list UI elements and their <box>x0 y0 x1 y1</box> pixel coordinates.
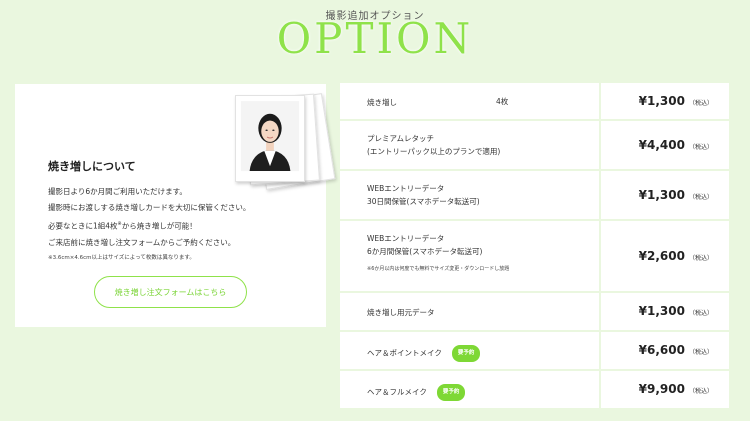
reprint-order-form-button[interactable]: 焼き増し注文フォームはこちら <box>94 276 247 308</box>
size-note: ※3.6cm×4.6cm以上はサイズによって枚数は異なります。 <box>48 255 195 261</box>
option-price: ¥6,600 （税込） <box>638 343 713 357</box>
tax-label: （税込） <box>688 388 713 395</box>
option-quantity: 4枚 <box>496 97 509 106</box>
option-name: WEBエントリーデータ 30日間保管(スマホデータ転送可) <box>367 184 480 206</box>
price-row-reprint-source-data: 焼き増し用元データ ¥1,300 （税込） <box>340 293 729 332</box>
column-divider <box>599 332 601 369</box>
reprint-info-card: 焼き増しについて 撮影日より6か月間ご利用いただけます。 撮影時にお渡しする焼き… <box>15 84 336 327</box>
tax-label: （税込） <box>688 100 713 107</box>
column-divider <box>599 121 601 169</box>
reprint-heading: 焼き増しについて <box>48 160 136 173</box>
column-divider <box>599 371 601 408</box>
option-name: ヘア＆ポイントメイク 要予約 <box>367 345 481 362</box>
price-row-hair-full-makeup: ヘア＆フルメイク 要予約 ¥9,900 （税込） <box>340 371 729 410</box>
tax-label: （税込） <box>688 144 713 151</box>
reservation-required-badge: 要予約 <box>436 384 466 401</box>
price-row-web-data-30days: WEBエントリーデータ 30日間保管(スマホデータ転送可) ¥1,300 （税込） <box>340 171 729 221</box>
section-title: OPTION <box>276 14 474 63</box>
option-name: 焼き増し用元データ <box>367 308 435 317</box>
reprint-line: 必要なときに1組4枚※から焼き増しが可能！ <box>48 221 197 231</box>
column-divider <box>599 293 601 330</box>
option-price: ¥9,900 （税込） <box>638 382 713 396</box>
column-divider <box>599 221 601 291</box>
option-name: ヘア＆フルメイク 要予約 <box>367 384 466 401</box>
option-note: ※6か月以内は何度でも無料でサイズ変更・ダウンロードし放題 <box>367 266 510 272</box>
tax-label: （税込） <box>688 310 713 317</box>
option-name: WEBエントリーデータ 6か月間保管(スマホデータ転送可) <box>367 234 483 256</box>
option-price: ¥1,300 （税込） <box>638 304 713 318</box>
column-divider <box>599 83 601 119</box>
reservation-required-badge: 要予約 <box>451 345 481 362</box>
option-price: ¥1,300 （税込） <box>638 94 713 108</box>
option-name: プレミアムレタッチ (エントリーパック以上のプランで適用) <box>367 134 501 156</box>
reprint-line: ご来店前に焼き増し注文フォームからご予約ください。 <box>48 237 236 247</box>
tax-label: （税込） <box>688 255 713 262</box>
reprint-line: 撮影日より6か月間ご利用いただけます。 <box>48 187 187 196</box>
option-price: ¥1,300 （税込） <box>638 188 713 202</box>
reprint-line: 撮影時にお渡しする焼き増しカードを大切に保管ください。 <box>48 203 251 212</box>
column-divider <box>599 171 601 219</box>
price-row-web-data-6months: WEBエントリーデータ 6か月間保管(スマホデータ転送可) ※6か月以内は何度で… <box>340 221 729 293</box>
reprint-description: 撮影日より6か月間ご利用いただけます。 撮影時にお渡しする焼き増しカードを大切に… <box>48 184 318 251</box>
option-name: 焼き増し <box>367 98 397 107</box>
price-row-hair-point-makeup: ヘア＆ポイントメイク 要予約 ¥6,600 （税込） <box>340 332 729 371</box>
price-row-reprint: 焼き増し 4枚 ¥1,300 （税込） <box>340 83 729 121</box>
tax-label: （税込） <box>688 349 713 356</box>
option-price: ¥2,600 （税込） <box>638 249 713 263</box>
option-price: ¥4,400 （税込） <box>638 138 713 152</box>
price-row-premium-retouch: プレミアムレタッチ (エントリーパック以上のプランで適用) ¥4,400 （税込） <box>340 121 729 171</box>
id-photo-portrait <box>235 95 305 182</box>
price-table: 焼き増し 4枚 ¥1,300 （税込） プレミアムレタッチ (エントリーパック以上… <box>340 83 729 410</box>
tax-label: （税込） <box>688 194 713 201</box>
